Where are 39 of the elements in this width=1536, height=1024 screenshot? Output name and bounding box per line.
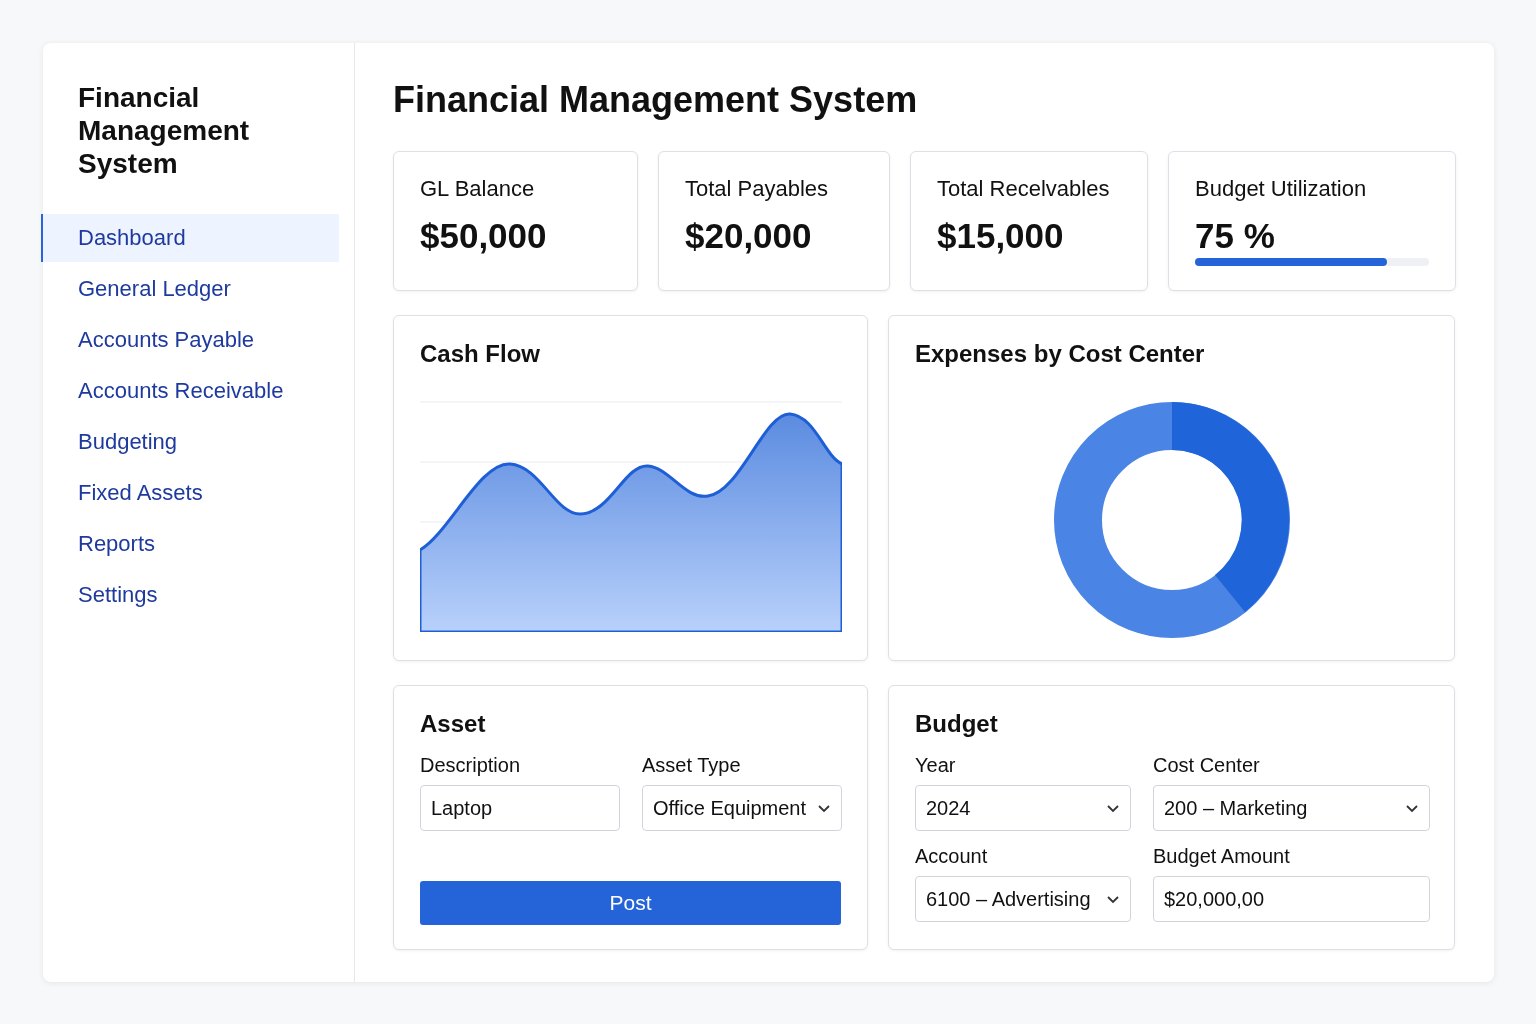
nav-item[interactable]: Accounts Receivable bbox=[41, 367, 339, 415]
stat-value: $20,000 bbox=[685, 216, 813, 256]
stat-label: Budget Utilization bbox=[1195, 176, 1368, 202]
chevron-down-icon bbox=[1106, 894, 1120, 904]
nav-item[interactable]: Accounts Payable bbox=[41, 316, 339, 364]
stat-label: Total Recelvables bbox=[937, 176, 1111, 202]
select-field[interactable]: 6100 – Advertising bbox=[915, 876, 1131, 922]
chevron-down-icon bbox=[817, 803, 831, 813]
page-title: Financial Management System bbox=[393, 79, 919, 121]
stat-label: Total Payables bbox=[685, 176, 830, 202]
nav-item[interactable]: Settings bbox=[41, 571, 339, 619]
post-button[interactable]: Post bbox=[420, 881, 841, 925]
card-title: Asset bbox=[420, 710, 487, 738]
select-field[interactable]: 200 – Marketing bbox=[1153, 785, 1430, 831]
stat-value: $50,000 bbox=[420, 216, 548, 256]
stat-label: GL Balance bbox=[420, 176, 536, 202]
input-field[interactable]: Laptop bbox=[420, 785, 620, 831]
stat-value: 75 % bbox=[1195, 216, 1276, 256]
card-title: Expenses by Cost Center bbox=[915, 340, 1206, 368]
app-title: Financial Management System bbox=[77, 81, 251, 180]
nav-item[interactable]: General Ledger bbox=[41, 265, 339, 313]
input-field[interactable]: $20,000,00 bbox=[1153, 876, 1430, 922]
card-title: Budget bbox=[915, 710, 999, 738]
chevron-down-icon bbox=[1405, 803, 1419, 813]
field-label: Asset Type bbox=[642, 754, 742, 777]
stat-value: $15,000 bbox=[937, 216, 1065, 256]
select-field[interactable]: 2024 bbox=[915, 785, 1131, 831]
field-label: Year bbox=[915, 754, 957, 777]
chevron-down-icon bbox=[1106, 803, 1120, 813]
select-field[interactable]: Office Equipment bbox=[642, 785, 842, 831]
field-label: Description bbox=[420, 754, 522, 777]
field-label: Budget Amount bbox=[1153, 845, 1291, 868]
nav-item[interactable]: Reports bbox=[41, 520, 339, 568]
field-label: Cost Center bbox=[1153, 754, 1261, 777]
field-label: Account bbox=[915, 845, 989, 868]
card-title: Cash Flow bbox=[420, 340, 541, 368]
nav-item[interactable]: Budgeting bbox=[41, 418, 339, 466]
nav-item[interactable]: Dashboard bbox=[41, 214, 339, 262]
nav-item[interactable]: Fixed Assets bbox=[41, 469, 339, 517]
